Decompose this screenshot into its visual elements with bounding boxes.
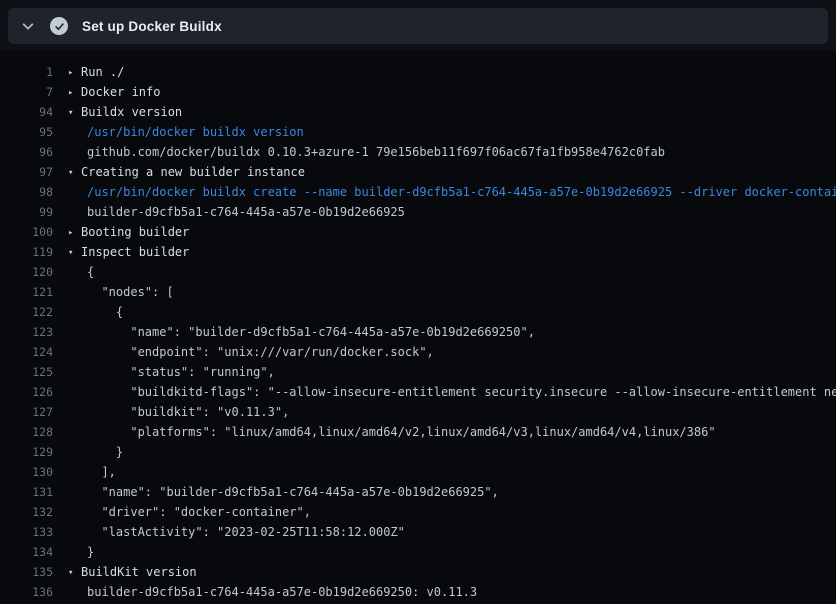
log-line: 134} <box>0 542 836 562</box>
log-output-text: { <box>53 302 123 322</box>
triangle-down-icon[interactable]: ▾ <box>68 243 81 263</box>
check-circle-icon <box>50 17 68 35</box>
log-line: 132 "driver": "docker-container", <box>0 502 836 522</box>
log-output-text: "name": "builder-d9cfb5a1-c764-445a-a57e… <box>53 482 499 502</box>
log-command-text: /usr/bin/docker buildx version <box>53 122 304 142</box>
log-group-title[interactable]: ▸Docker info <box>53 82 160 103</box>
line-number[interactable]: 132 <box>0 502 53 522</box>
log-output-text: { <box>53 262 94 282</box>
line-number[interactable]: 131 <box>0 482 53 502</box>
log-line: 128 "platforms": "linux/amd64,linux/amd6… <box>0 422 836 442</box>
log-line: 133 "lastActivity": "2023-02-25T11:58:12… <box>0 522 836 542</box>
line-number[interactable]: 124 <box>0 342 53 362</box>
line-number[interactable]: 7 <box>0 82 53 102</box>
line-number[interactable]: 126 <box>0 382 53 402</box>
log-output-text: "endpoint": "unix:///var/run/docker.sock… <box>53 342 434 362</box>
log-line: 127 "buildkit": "v0.11.3", <box>0 402 836 422</box>
log-output-text: } <box>53 542 94 562</box>
line-number[interactable]: 135 <box>0 562 53 582</box>
log-line: 99builder-d9cfb5a1-c764-445a-a57e-0b19d2… <box>0 202 836 222</box>
line-number[interactable]: 97 <box>0 162 53 182</box>
log-line: 130 ], <box>0 462 836 482</box>
log-line: 97▾Creating a new builder instance <box>0 162 836 182</box>
log-line: 122 { <box>0 302 836 322</box>
log-output-text: github.com/docker/buildx 0.10.3+azure-1 … <box>53 142 665 162</box>
log-line: 123 "name": "builder-d9cfb5a1-c764-445a-… <box>0 322 836 342</box>
log-group-title[interactable]: ▸Booting builder <box>53 222 189 243</box>
log-group-title[interactable]: ▾BuildKit version <box>53 562 197 583</box>
line-number[interactable]: 136 <box>0 582 53 602</box>
log-line: 98/usr/bin/docker buildx create --name b… <box>0 182 836 202</box>
log-output-text: "status": "running", <box>53 362 275 382</box>
log-line: 120{ <box>0 262 836 282</box>
log-command-text: /usr/bin/docker buildx create --name bui… <box>53 182 836 202</box>
log-group-title[interactable]: ▾Buildx version <box>53 102 182 123</box>
line-number[interactable]: 128 <box>0 422 53 442</box>
log-line: 124 "endpoint": "unix:///var/run/docker.… <box>0 342 836 362</box>
triangle-down-icon[interactable]: ▾ <box>68 563 81 583</box>
line-number[interactable]: 122 <box>0 302 53 322</box>
line-number[interactable]: 96 <box>0 142 53 162</box>
line-number[interactable]: 100 <box>0 222 53 242</box>
log-output-text: "buildkitd-flags": "--allow-insecure-ent… <box>53 382 836 402</box>
log-output-text: "driver": "docker-container", <box>53 502 311 522</box>
line-number[interactable]: 94 <box>0 102 53 122</box>
log-output-text: ], <box>53 462 116 482</box>
log-output-text: "lastActivity": "2023-02-25T11:58:12.000… <box>53 522 405 542</box>
log-line: 131 "name": "builder-d9cfb5a1-c764-445a-… <box>0 482 836 502</box>
triangle-down-icon[interactable]: ▾ <box>68 163 81 183</box>
log-line: 129 } <box>0 442 836 462</box>
line-number[interactable]: 134 <box>0 542 53 562</box>
log-output-text: builder-d9cfb5a1-c764-445a-a57e-0b19d2e6… <box>53 202 405 222</box>
triangle-down-icon[interactable]: ▾ <box>68 103 81 123</box>
log-line: 96github.com/docker/buildx 0.10.3+azure-… <box>0 142 836 162</box>
line-number[interactable]: 99 <box>0 202 53 222</box>
line-number[interactable]: 125 <box>0 362 53 382</box>
log-line: 135▾BuildKit version <box>0 562 836 582</box>
log-line: 100▸Booting builder <box>0 222 836 242</box>
log-line: 125 "status": "running", <box>0 362 836 382</box>
line-number[interactable]: 119 <box>0 242 53 262</box>
log-line: 7▸Docker info <box>0 82 836 102</box>
line-number[interactable]: 130 <box>0 462 53 482</box>
log-group-title[interactable]: ▾Creating a new builder instance <box>53 162 305 183</box>
triangle-right-icon[interactable]: ▸ <box>68 223 81 243</box>
log-line: 95/usr/bin/docker buildx version <box>0 122 836 142</box>
log-line: 126 "buildkitd-flags": "--allow-insecure… <box>0 382 836 402</box>
log-output-text: } <box>53 442 123 462</box>
step-title: Set up Docker Buildx <box>82 19 222 34</box>
log-line: 94▾Buildx version <box>0 102 836 122</box>
log-output-text: "platforms": "linux/amd64,linux/amd64/v2… <box>53 422 716 442</box>
step-header[interactable]: Set up Docker Buildx <box>8 8 828 44</box>
log-group-title[interactable]: ▾Inspect builder <box>53 242 189 263</box>
log-lines: 1▸Run ./7▸Docker info94▾Buildx version95… <box>0 50 836 602</box>
line-number[interactable]: 127 <box>0 402 53 422</box>
log-line: 119▾Inspect builder <box>0 242 836 262</box>
triangle-right-icon[interactable]: ▸ <box>68 63 81 83</box>
triangle-right-icon[interactable]: ▸ <box>68 83 81 103</box>
line-number[interactable]: 123 <box>0 322 53 342</box>
log-output-text: builder-d9cfb5a1-c764-445a-a57e-0b19d2e6… <box>53 582 477 602</box>
line-number[interactable]: 95 <box>0 122 53 142</box>
log-group-title[interactable]: ▸Run ./ <box>53 62 124 83</box>
chevron-down-icon[interactable] <box>20 18 36 34</box>
line-number[interactable]: 121 <box>0 282 53 302</box>
step-header-region: Set up Docker Buildx <box>0 0 836 50</box>
line-number[interactable]: 1 <box>0 62 53 82</box>
log-output-text: "buildkit": "v0.11.3", <box>53 402 289 422</box>
log-line: 136builder-d9cfb5a1-c764-445a-a57e-0b19d… <box>0 582 836 602</box>
log-line: 1▸Run ./ <box>0 62 836 82</box>
line-number[interactable]: 129 <box>0 442 53 462</box>
log-output-text: "name": "builder-d9cfb5a1-c764-445a-a57e… <box>53 322 535 342</box>
line-number[interactable]: 120 <box>0 262 53 282</box>
line-number[interactable]: 98 <box>0 182 53 202</box>
log-line: 121 "nodes": [ <box>0 282 836 302</box>
line-number[interactable]: 133 <box>0 522 53 542</box>
log-output-text: "nodes": [ <box>53 282 174 302</box>
